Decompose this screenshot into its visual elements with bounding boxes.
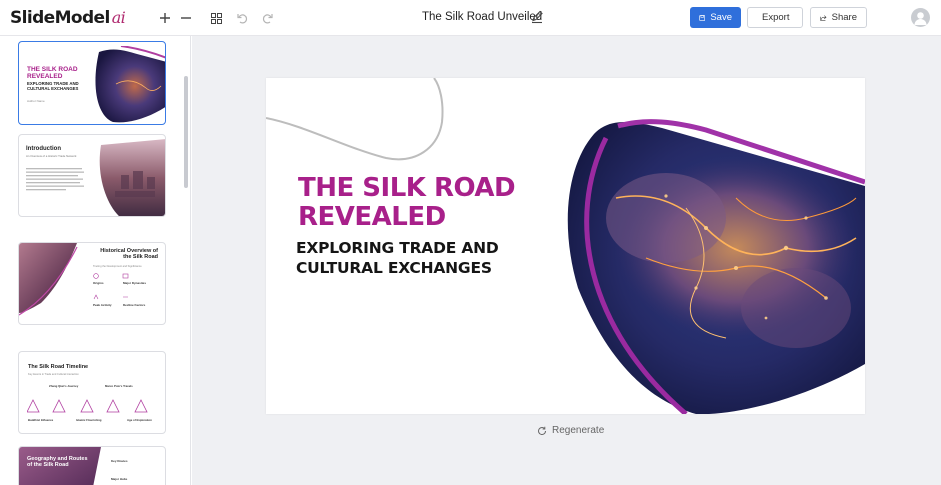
sidebar-scrollbar[interactable] xyxy=(184,76,188,188)
regenerate-button[interactable]: Regenerate xyxy=(537,425,604,436)
slide-title[interactable]: THE SILK ROAD REVEALED xyxy=(298,174,516,232)
save-label: Save xyxy=(710,12,732,23)
thumb-4-bottom-label-3: Age of Exploration xyxy=(127,418,152,422)
thumb-5-item-2: Major Hubs xyxy=(111,477,128,481)
slide-subtitle[interactable]: EXPLORING TRADE AND CULTURAL EXCHANGES xyxy=(296,238,499,278)
thumbnail-slide-1[interactable]: THE SILK ROAD REVEALED EXPLORING TRADE A… xyxy=(18,41,166,125)
logo-suffix: ai xyxy=(111,8,126,27)
thumb-2-body-text xyxy=(26,168,84,191)
thumb-3-item-icons xyxy=(93,273,129,300)
thumb-3-item-3: Peak Activity xyxy=(93,303,112,307)
thumb-4-bottom-label-1: Buddhist Influence xyxy=(28,418,54,422)
zoom-in-icon[interactable] xyxy=(156,9,174,27)
thumb-1-subtitle: EXPLORING TRADE AND CULTURAL EXCHANGES xyxy=(27,81,79,91)
thumb-1-title: THE SILK ROAD REVEALED xyxy=(27,66,78,80)
logo-text: SlideModel xyxy=(10,8,110,28)
thumbnail-slide-4[interactable]: The Silk Road Timeline Key Events in Tra… xyxy=(18,351,166,434)
document-title[interactable]: The Silk Road Unveiled xyxy=(422,11,542,23)
thumbnail-slide-5[interactable]: Geography and Routes of the Silk Road Ke… xyxy=(18,446,166,485)
save-button[interactable]: Save xyxy=(690,7,741,28)
grid-icon[interactable] xyxy=(207,9,225,27)
thumb-4-top-label-1: Zhang Qian's Journey xyxy=(49,384,79,388)
undo-icon[interactable] xyxy=(233,9,251,27)
refresh-icon xyxy=(538,426,547,435)
thumb-2-title: Introduction xyxy=(26,146,61,152)
thumbnail-slide-3[interactable]: Historical Overview of the Silk Road Tra… xyxy=(18,242,166,325)
main-slide[interactable]: THE SILK ROAD REVEALED EXPLORING TRADE A… xyxy=(266,78,865,414)
thumb-3-subtitle: Tracing the Development and Significance xyxy=(93,265,142,268)
app-logo[interactable]: SlideModel ai xyxy=(10,8,126,28)
thumb-4-subtitle: Key Events in Trade and Cultural Interac… xyxy=(28,373,79,376)
top-bar: SlideModel ai The Silk Road Unveiled Save… xyxy=(0,0,941,36)
thumb-3-title: Historical Overview of the Silk Road xyxy=(100,248,158,260)
slide-thumbnail-panel: THE SILK ROAD REVEALED EXPLORING TRADE A… xyxy=(0,36,191,485)
thumb-2-city-image xyxy=(99,139,165,216)
save-icon xyxy=(699,14,706,21)
thumb-3-caravan-image xyxy=(19,243,78,316)
thumb-5-item-1: Key Routes xyxy=(111,459,128,463)
redo-icon[interactable] xyxy=(258,9,276,27)
regenerate-label: Regenerate xyxy=(552,425,605,436)
thumb-4-bottom-label-2: Islamic Flourishing xyxy=(76,418,102,422)
thumb-4-timeline-icons xyxy=(27,399,148,413)
thumb-1-author: Author Name xyxy=(27,99,45,103)
thumbnail-slide-2[interactable]: Introduction An Overview of a Historic T… xyxy=(18,134,166,217)
export-label: Export xyxy=(762,12,790,23)
thumb-4-top-label-2: Marco Polo's Travels xyxy=(105,384,133,388)
thumb-2-subtitle: An Overview of a Historic Trade Network xyxy=(26,154,77,158)
thumb-1-globe-image xyxy=(95,46,165,123)
export-button[interactable]: Export xyxy=(747,7,803,28)
thumb-5-title: Geography and Routes of the Silk Road xyxy=(27,456,88,468)
share-icon xyxy=(820,14,827,21)
user-avatar-icon[interactable] xyxy=(911,8,930,27)
thumb-3-item-4: Decline Factors xyxy=(123,303,146,307)
share-label: Share xyxy=(831,12,857,23)
zoom-out-icon[interactable] xyxy=(177,9,195,27)
thumb-4-title: The Silk Road Timeline xyxy=(28,364,89,370)
share-button[interactable]: Share xyxy=(810,7,867,28)
edit-title-icon[interactable] xyxy=(530,10,544,24)
